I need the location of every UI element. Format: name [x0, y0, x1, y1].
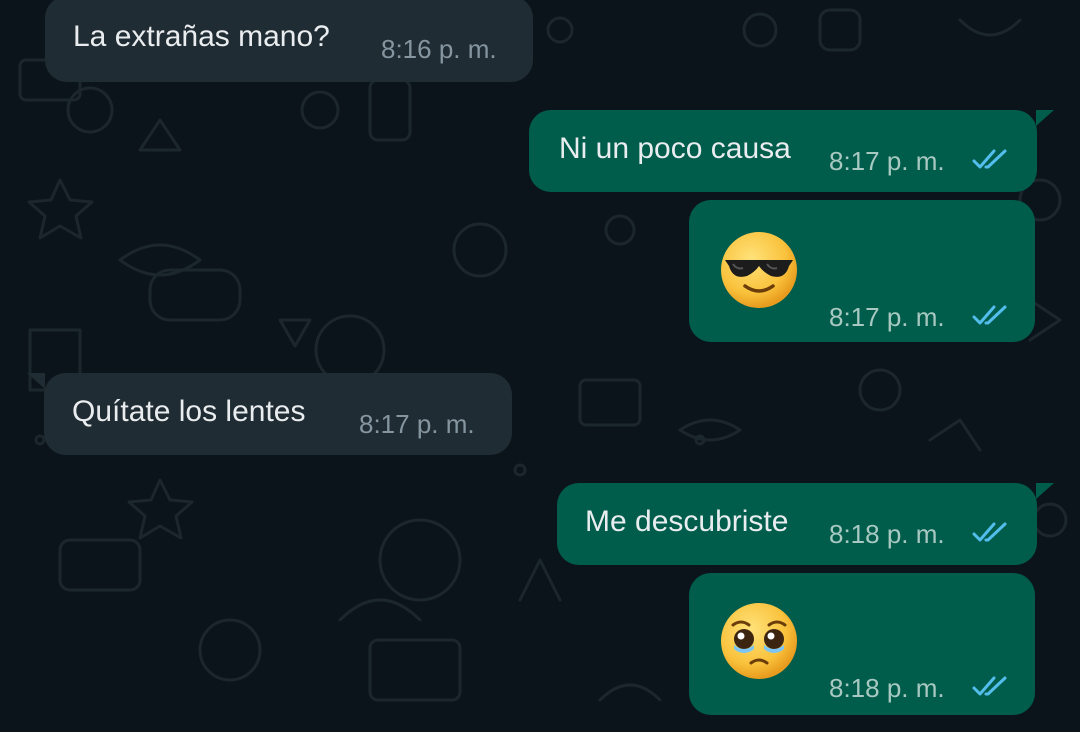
bubble-tail [27, 373, 45, 389]
message-time: 8:18 p. m. [829, 519, 945, 549]
face-holding-back-tears-icon [721, 603, 797, 679]
outgoing-message[interactable]: Ni un poco causa 8:17 p. m. [529, 110, 1037, 192]
smiling-face-with-sunglasses-icon [721, 232, 797, 308]
double-check-icon [972, 522, 1007, 542]
message-time: 8:16 p. m. [381, 34, 497, 64]
incoming-message[interactable]: La extrañas mano? 8:16 p. m. [45, 0, 533, 82]
message-text: Ni un poco causa [559, 132, 791, 165]
message-time: 8:17 p. m. [829, 302, 945, 332]
bubble-tail [1036, 110, 1054, 126]
incoming-message[interactable]: Quítate los lentes 8:17 p. m. [44, 373, 512, 455]
outgoing-message[interactable]: Me descubriste 8:18 p. m. [557, 483, 1037, 565]
message-time: 8:18 p. m. [829, 673, 945, 703]
message-time: 8:17 p. m. [829, 146, 945, 176]
bubble-tail [1036, 483, 1054, 499]
message-text: La extrañas mano? [73, 20, 330, 53]
double-check-icon [972, 149, 1007, 169]
message-text: Me descubriste [585, 505, 789, 538]
double-check-icon [972, 676, 1007, 696]
message-time: 8:17 p. m. [359, 409, 475, 439]
double-check-icon [972, 305, 1007, 325]
outgoing-emoji-message[interactable]: 8:17 p. m. [689, 200, 1035, 342]
chat-area: La extrañas mano? 8:16 p. m. Ni un poco … [0, 0, 1080, 732]
message-text: Quítate los lentes [72, 395, 306, 428]
outgoing-emoji-message[interactable]: 8:18 p. m. [689, 573, 1035, 715]
